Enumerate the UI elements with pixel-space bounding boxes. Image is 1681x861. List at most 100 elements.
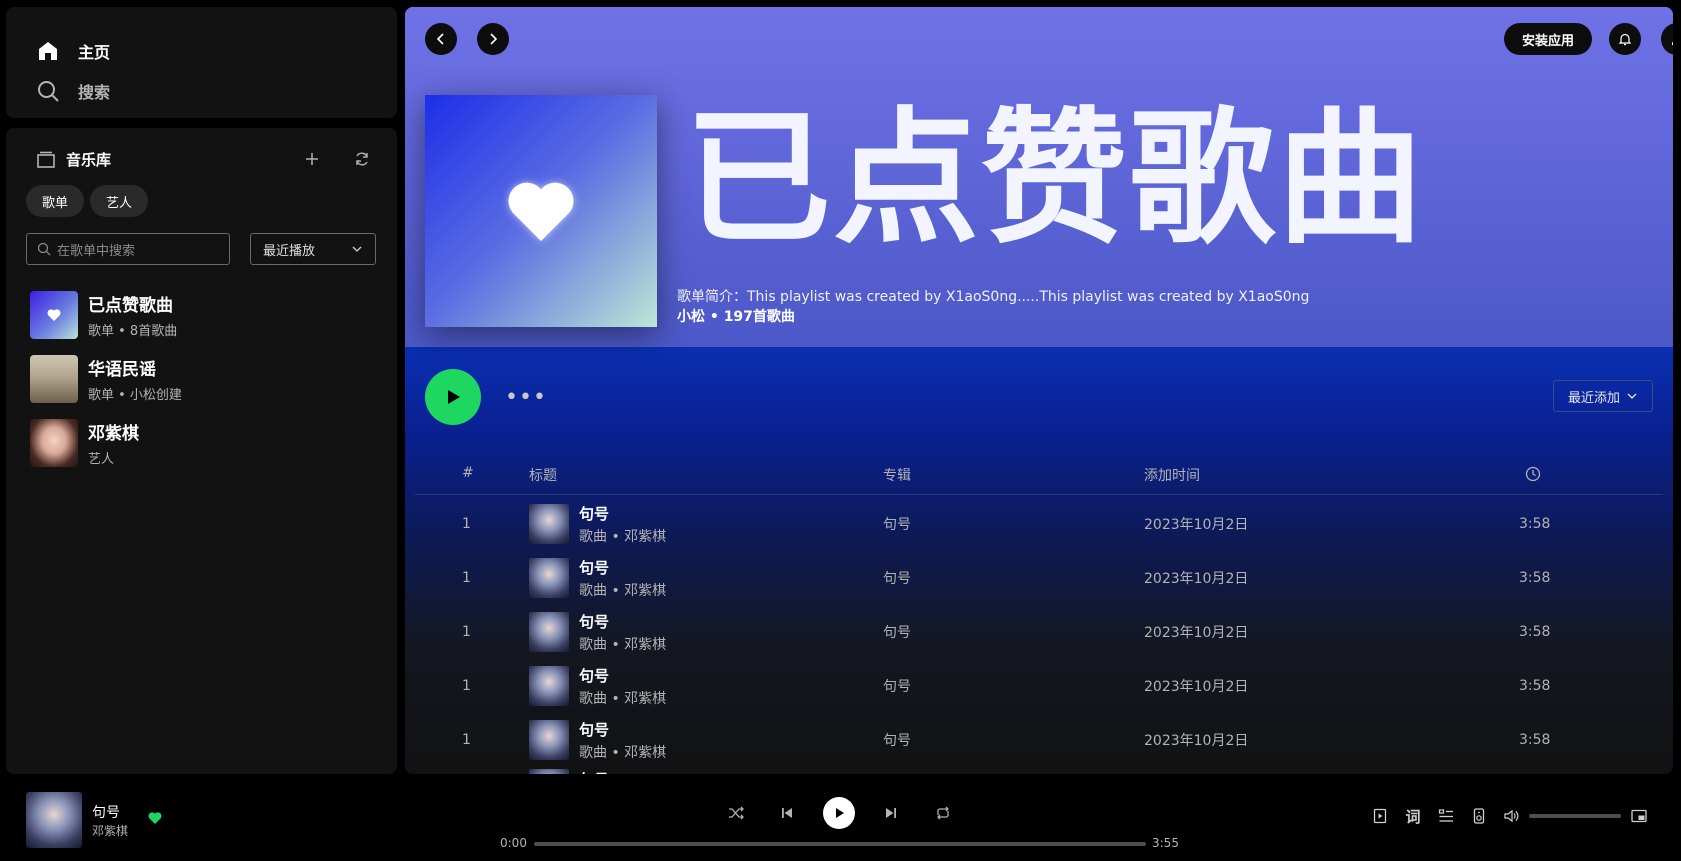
track-index: 1 <box>462 732 471 748</box>
chevron-down-icon <box>1627 393 1637 399</box>
page-title: 已点赞歌曲 <box>685 94 1425 264</box>
refresh-icon <box>356 152 368 166</box>
library-sort-select[interactable]: 最近播放 <box>250 233 376 265</box>
track-row-partial[interactable]: 句号 <box>415 767 1663 774</box>
play-playlist-button[interactable] <box>425 369 481 425</box>
header-added: 添加时间 <box>1144 468 1200 484</box>
library-item-sub: 艺人 <box>88 452 115 467</box>
track-album[interactable]: 句号 <box>883 659 911 713</box>
repeat-icon <box>937 806 949 820</box>
queue-button[interactable] <box>1436 806 1456 826</box>
track-album[interactable]: 句号 <box>883 497 911 551</box>
chip-artists[interactable]: 艺人 <box>90 185 149 217</box>
track-title-cell: 句号 歌曲 • 邓紫棋 <box>529 659 666 713</box>
track-index: 1 <box>462 678 471 694</box>
library-item-folk[interactable]: 华语民谣 歌单 • 小松创建 <box>30 347 377 411</box>
track-cover <box>529 666 569 706</box>
sort-select[interactable]: 最近添加 <box>1553 380 1653 412</box>
back-button[interactable] <box>425 23 457 55</box>
library-item-sub: 歌单 • 8首歌曲 <box>88 324 178 339</box>
shuffle-icon <box>729 806 744 820</box>
library-item-artist[interactable]: 邓紫棋 艺人 <box>30 411 377 475</box>
track-cover <box>529 720 569 760</box>
playlist-meta: 小松 • 197首歌曲 <box>677 309 795 325</box>
track-added: 2023年10月2日 <box>1144 571 1249 587</box>
refresh-button[interactable] <box>347 144 377 174</box>
track-added: 2023年10月2日 <box>1144 625 1249 641</box>
mute-button[interactable] <box>1501 806 1521 826</box>
track-text: 句号 歌曲 • 邓紫棋 <box>579 719 666 762</box>
library-panel: 音乐库 歌单 艺人 在歌单中搜索 最近播放 已点赞歌曲 歌单 • 8首歌曲 华语… <box>6 128 397 774</box>
forward-button[interactable] <box>477 23 509 55</box>
track-row[interactable]: 1 句号 歌曲 • 邓紫棋 句号 2023年10月2日 3:58 <box>415 713 1663 767</box>
track-album[interactable]: 句号 <box>883 713 911 767</box>
search-icon <box>37 242 51 256</box>
lyrics-button[interactable]: 词 <box>1403 806 1423 826</box>
nav-home[interactable]: 主页 <box>36 31 367 71</box>
shuffle-button[interactable] <box>720 797 752 829</box>
track-table-header: # 标题 专辑 添加时间 <box>415 455 1663 495</box>
notifications-button[interactable] <box>1609 23 1641 55</box>
track-cover <box>529 612 569 652</box>
track-title[interactable]: 句号 <box>579 611 666 632</box>
track-cover <box>529 769 569 774</box>
playlist-cover <box>425 95 657 327</box>
track-album[interactable]: 句号 <box>883 605 911 659</box>
install-app-button[interactable]: 安装应用 <box>1504 23 1592 55</box>
now-playing-cover[interactable] <box>26 792 82 848</box>
library-sort-label: 最近播放 <box>263 243 316 259</box>
now-playing-view-icon <box>1373 808 1387 824</box>
chevron-down-icon <box>352 246 362 252</box>
track-title[interactable]: 句号 <box>579 557 666 578</box>
now-playing-artist[interactable]: 邓紫棋 <box>92 822 128 839</box>
track-title-cell: 句号 歌曲 • 邓紫棋 <box>529 605 666 659</box>
device-button[interactable] <box>1469 806 1489 826</box>
previous-button[interactable] <box>771 797 803 829</box>
track-row[interactable]: 1 句号 歌曲 • 邓紫棋 句号 2023年10月2日 3:58 <box>415 605 1663 659</box>
play-icon <box>448 390 460 404</box>
track-subtitle: 歌曲 • 邓紫棋 <box>579 528 667 545</box>
next-button[interactable] <box>875 797 907 829</box>
now-playing-title[interactable]: 句号 <box>92 802 120 822</box>
nav-search[interactable]: 搜索 <box>36 71 367 111</box>
progress-bar[interactable] <box>534 842 1146 846</box>
track-title-cell: 句号 <box>529 767 609 774</box>
track-title[interactable]: 句号 <box>579 719 666 740</box>
track-album[interactable]: 句号 <box>883 551 911 605</box>
library-title-button[interactable]: 音乐库 <box>36 149 277 170</box>
track-title[interactable]: 句号 <box>579 665 666 686</box>
volume-icon <box>1504 809 1519 823</box>
heart-icon[interactable] <box>147 810 163 826</box>
header-title: 标题 <box>529 468 557 484</box>
library-search-placeholder: 在歌单中搜索 <box>57 243 136 259</box>
user-menu-button[interactable] <box>1661 23 1673 55</box>
library-title: 音乐库 <box>66 150 112 169</box>
track-row[interactable]: 1 句号 歌曲 • 邓紫棋 句号 2023年10月2日 3:58 <box>415 551 1663 605</box>
track-row[interactable]: 1 句号 歌曲 • 邓紫棋 句号 2023年10月2日 3:58 <box>415 497 1663 551</box>
track-row[interactable]: 1 句号 歌曲 • 邓紫棋 句号 2023年10月2日 3:58 <box>415 659 1663 713</box>
track-cover <box>529 504 569 544</box>
next-icon <box>886 808 896 818</box>
track-text: 句号 <box>579 769 609 774</box>
library-item-text: 华语民谣 歌单 • 小松创建 <box>88 355 182 403</box>
chevron-right-icon <box>490 33 498 45</box>
mini-player-button[interactable] <box>1629 806 1649 826</box>
chip-playlists[interactable]: 歌单 <box>26 185 85 217</box>
heart-icon <box>47 309 61 321</box>
main-view[interactable]: 安装应用 已点赞歌曲 歌单简介：This playlist was create… <box>405 7 1673 774</box>
repeat-button[interactable] <box>927 797 959 829</box>
library-search-input[interactable]: 在歌单中搜索 <box>26 233 230 265</box>
add-playlist-button[interactable] <box>297 144 327 174</box>
play-pause-button[interactable] <box>823 797 855 829</box>
library-item-sub: 歌单 • 小松创建 <box>88 388 182 403</box>
track-text: 句号 歌曲 • 邓紫棋 <box>579 611 666 654</box>
library-item-liked[interactable]: 已点赞歌曲 歌单 • 8首歌曲 <box>30 283 377 347</box>
track-title[interactable]: 句号 <box>579 769 609 774</box>
track-title[interactable]: 句号 <box>579 503 666 524</box>
volume-slider[interactable] <box>1529 814 1621 818</box>
sort-label: 最近添加 <box>1567 390 1620 406</box>
track-subtitle: 歌曲 • 邓紫棋 <box>579 744 667 761</box>
now-playing-view-button[interactable] <box>1370 806 1390 826</box>
more-options-button[interactable]: ••• <box>505 385 547 410</box>
track-index: 1 <box>462 570 471 586</box>
